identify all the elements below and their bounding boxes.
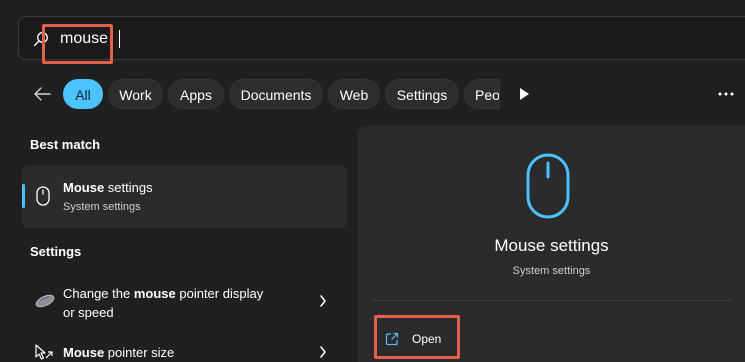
open-external-icon [385,332,399,346]
mouse-icon [36,186,50,206]
best-match-subtitle: System settings [63,201,141,213]
search-query: mouse [60,30,109,47]
detail-subtitle: System settings [512,265,591,277]
chevron-right-icon [320,346,326,358]
search-input[interactable]: mouse [18,16,745,60]
search-icon [33,32,48,47]
best-match-title: Mouse settings [63,180,153,195]
best-match-item[interactable] [22,166,347,228]
filter-chip-settings[interactable]: Settings [385,79,459,109]
pointer-size-icon [35,344,53,360]
settings-item-pointer-display-line1: Change the mouse pointer display [63,286,263,301]
mouse-pointer-icon [35,294,55,308]
divider [372,300,732,301]
play-icon[interactable] [517,87,531,101]
back-arrow-icon[interactable] [32,84,52,104]
settings-item-line1-post: pointer display [175,286,264,301]
best-match-title-keyword: Mouse [63,180,105,195]
selection-indicator [22,184,25,208]
detail-title: Mouse settings [494,236,609,255]
filter-chip-all[interactable]: All [63,79,103,109]
best-match-title-rest: settings [104,180,153,195]
chevron-right-icon [320,295,326,307]
best-match-heading: Best match [30,137,101,152]
text-cursor [119,30,120,48]
settings-heading: Settings [30,244,82,259]
filter-chip-documents[interactable]: Documents [229,79,323,109]
settings-item-pointer-size-title: Mouse pointer size [63,345,174,360]
windows-search-window: mouse All Work Apps Documents Web Settin… [0,0,745,362]
settings-item-line1-post: pointer size [104,345,175,360]
settings-item-pointer-display-line2: or speed [63,305,114,320]
filter-chip-web[interactable]: Web [328,79,380,109]
open-label: Open [412,332,442,346]
filter-chip-apps[interactable]: Apps [168,79,224,109]
filter-chip-people[interactable]: Peo [464,79,500,109]
settings-item-keyword: Mouse [63,345,105,360]
more-icon[interactable] [718,92,734,96]
settings-item-keyword: mouse [133,286,176,301]
mouse-icon [526,153,570,219]
filter-chip-work[interactable]: Work [108,79,163,109]
settings-item-line1-pre: Change the [63,286,134,301]
